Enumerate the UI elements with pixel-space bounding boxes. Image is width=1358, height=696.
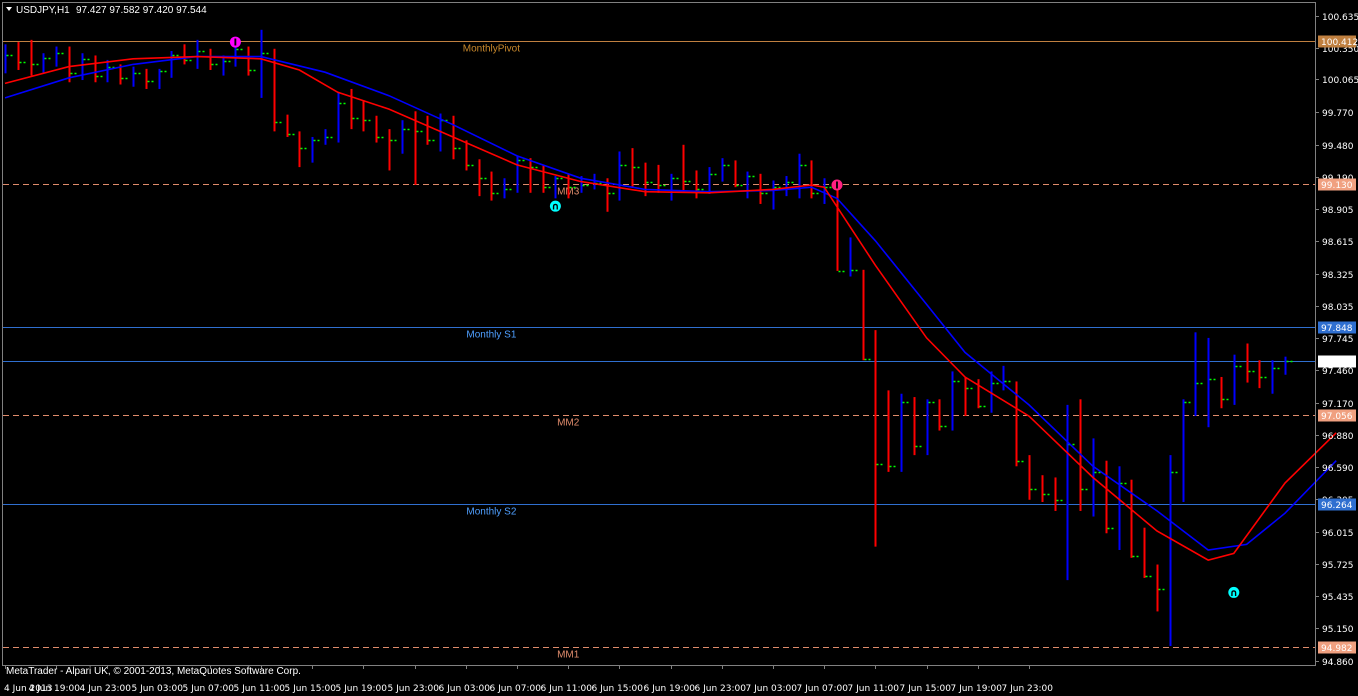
x-tick-label: 6 Jun 19:00 <box>644 684 696 694</box>
y-tick-label: 98.325 <box>1322 271 1354 281</box>
y-tick-label: 98.905 <box>1322 206 1354 216</box>
x-tick-label: 6 Jun 11:00 <box>541 684 593 694</box>
price-label-text: 94.982 <box>1321 644 1353 654</box>
copyright-text: MetaTrader - Alpari UK, © 2001-2013, Met… <box>6 666 301 677</box>
chart-ohlc: 97.427 97.582 97.420 97.544 <box>76 5 207 16</box>
y-tick-label: 95.725 <box>1322 561 1354 571</box>
price-axis: 100.635100.350100.06599.77099.48099.1909… <box>1315 13 1358 668</box>
x-tick-label: 5 Jun 07:00 <box>183 684 235 694</box>
x-tick-label: 6 Jun 07:00 <box>490 684 542 694</box>
signal-marker-glyph: I <box>835 180 839 191</box>
y-tick-label: 97.745 <box>1322 335 1354 345</box>
x-tick-label: 7 Jun 07:00 <box>797 684 849 694</box>
price-label-text: 97.848 <box>1321 324 1353 334</box>
y-tick-label: 99.480 <box>1322 142 1354 152</box>
x-tick-label: 6 Jun 03:00 <box>439 684 491 694</box>
level-name: Monthly S2 <box>466 507 516 518</box>
x-tick-label: 4 Jun 19:00 <box>29 684 81 694</box>
x-tick-label: 7 Jun 23:00 <box>1002 684 1054 694</box>
signal-marker-glyph: ∩ <box>1230 588 1238 599</box>
level-name: MM2 <box>557 418 580 429</box>
x-tick-label: 7 Jun 15:00 <box>900 684 952 694</box>
y-tick-label: 96.880 <box>1322 432 1354 442</box>
chart-background <box>0 0 1358 696</box>
price-label-text: 96.264 <box>1321 501 1353 511</box>
x-tick-label: 5 Jun 19:00 <box>336 684 388 694</box>
signal-marker-glyph: ∩ <box>551 202 559 213</box>
y-tick-label: 95.435 <box>1322 593 1354 603</box>
x-tick-label: 7 Jun 03:00 <box>746 684 798 694</box>
y-tick-label: 95.150 <box>1322 625 1354 635</box>
x-tick-label: 7 Jun 19:00 <box>951 684 1003 694</box>
x-tick-label: 6 Jun 15:00 <box>592 684 644 694</box>
x-tick-label: 4 Jun 23:00 <box>80 684 132 694</box>
level-name: MonthlyPivot <box>463 44 520 55</box>
price-label-text: 99.130 <box>1321 181 1353 191</box>
x-tick-label: 7 Jun 11:00 <box>848 684 900 694</box>
x-tick-label: 5 Jun 11:00 <box>234 684 286 694</box>
signal-marker-glyph: I <box>234 38 238 49</box>
x-tick-label: 5 Jun 15:00 <box>285 684 337 694</box>
y-tick-label: 98.035 <box>1322 303 1354 313</box>
y-tick-label: 97.460 <box>1322 367 1354 377</box>
y-tick-label: 98.615 <box>1322 238 1354 248</box>
y-tick-label: 99.770 <box>1322 109 1354 119</box>
price-label-text: 97.544 <box>1321 358 1353 368</box>
chart-symbol: USDJPY,H1 <box>16 5 70 16</box>
x-tick-label: 5 Jun 03:00 <box>132 684 184 694</box>
x-tick-label: 5 Jun 23:00 <box>388 684 440 694</box>
y-tick-label: 96.590 <box>1322 464 1354 474</box>
y-tick-label: 100.065 <box>1322 76 1358 86</box>
y-tick-label: 100.635 <box>1322 13 1358 23</box>
price-label-text: 97.056 <box>1321 412 1353 422</box>
y-tick-label: 97.170 <box>1322 400 1354 410</box>
level-name: Monthly S1 <box>466 330 516 341</box>
price-label-text: 100.412 <box>1321 38 1358 48</box>
y-tick-label: 96.015 <box>1322 529 1354 539</box>
x-tick-label: 6 Jun 23:00 <box>695 684 747 694</box>
level-name: MM1 <box>557 650 580 661</box>
price-chart[interactable]: MonthlyPivotMM3Monthly S1MM2Monthly S2MM… <box>0 0 1358 696</box>
y-tick-label: 94.860 <box>1322 658 1354 668</box>
